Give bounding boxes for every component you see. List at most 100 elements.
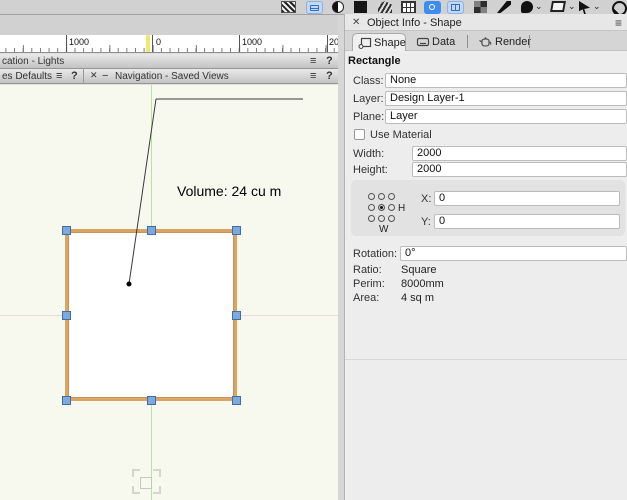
grid-icon[interactable]: [401, 1, 416, 13]
ratio-label: Ratio:: [353, 264, 382, 276]
width-field[interactable]: 2000: [412, 146, 627, 161]
anchor-radio-center[interactable]: [378, 204, 385, 211]
perim-label: Perim:: [353, 278, 385, 290]
extrude-outline-icon[interactable]: [550, 1, 566, 12]
compass-icon[interactable]: [612, 1, 627, 15]
drawing-canvas[interactable]: Volume: 24 cu m: [0, 85, 338, 500]
snap-grid-ring: [429, 4, 435, 10]
toolbar-strip: ⌄ ⌄ ⌄: [0, 0, 627, 15]
palette-help-icon[interactable]: ?: [326, 70, 333, 82]
tab-separator: [529, 35, 530, 48]
ruler-tick: [239, 35, 240, 52]
tab-label: Data: [432, 36, 455, 48]
position-anchor-box: H W X: 0 Y: 0: [351, 180, 625, 236]
filled-square-icon[interactable]: [354, 1, 367, 13]
anchor-w-label: W: [379, 224, 388, 235]
ruler-origin-marker: [146, 35, 150, 52]
chevron-down-icon[interactable]: ⌄: [568, 1, 576, 12]
wall-style-icon[interactable]: [378, 1, 392, 13]
tab-separator: [467, 35, 468, 48]
ruler-label: 1000: [69, 37, 89, 47]
data-icon: [416, 36, 430, 48]
palette-separator: [83, 69, 84, 83]
palette-menu-icon[interactable]: ≡: [56, 70, 62, 82]
palette-collapse-icon[interactable]: −: [102, 70, 108, 82]
toolbar-empty-area: [0, 15, 338, 35]
palette-menu-icon[interactable]: ≡: [310, 55, 316, 67]
palette-menu-icon[interactable]: ≡: [310, 70, 316, 82]
ruler-label: 1000: [242, 37, 262, 47]
knife-icon[interactable]: [497, 1, 511, 13]
class-field[interactable]: None: [385, 73, 627, 88]
palette-title-lights: cation - Lights: [2, 56, 64, 67]
marker-corner: [132, 486, 140, 494]
render-teapot-icon: [478, 36, 493, 48]
x-label: X:: [421, 193, 431, 205]
volume-annotation[interactable]: Volume: 24 cu m: [177, 183, 281, 199]
ruler-label: 0: [156, 37, 161, 47]
height-label: Height:: [353, 164, 388, 176]
marker-square: [140, 477, 152, 489]
close-icon[interactable]: ✕: [352, 17, 360, 28]
object-info-toggle-glyph: [310, 5, 319, 11]
palette-title-navigation: Navigation - Saved Views: [115, 71, 229, 82]
ruler-tick: [327, 35, 328, 52]
anchor-radio-bottom-right[interactable]: [388, 215, 395, 222]
layer-field[interactable]: Design Layer-1: [385, 91, 627, 106]
object-info-tabbar: Shape Data Render: [345, 31, 627, 51]
area-value: 4 sq m: [401, 292, 434, 304]
callout-leader-lines: [0, 85, 338, 500]
contrast-icon[interactable]: [332, 1, 344, 13]
x-field[interactable]: 0: [434, 191, 620, 206]
palette-title-defaults: es Defaults: [2, 71, 52, 82]
perim-value: 8000mm: [401, 278, 444, 290]
app-window: ⌄ ⌄ ⌄ 1000 0 1000 2000 cation - Lights ≡…: [0, 0, 627, 500]
shape-icon: [358, 37, 372, 49]
width-label: Width:: [353, 148, 384, 160]
area-label: Area:: [353, 292, 379, 304]
object-type-heading: Rectangle: [348, 55, 401, 67]
chevron-down-icon[interactable]: ⌄: [593, 1, 601, 12]
fill-drop-icon[interactable]: [521, 1, 533, 13]
y-field[interactable]: 0: [434, 214, 620, 229]
snap-to-grid-icon[interactable]: [424, 1, 441, 14]
plane-field[interactable]: Layer: [385, 109, 627, 124]
anchor-h-label: H: [398, 203, 405, 214]
palette-bar-row2[interactable]: es Defaults ≡ ? ✕ − Navigation - Saved V…: [0, 69, 338, 84]
page-origin-marker: [132, 469, 161, 494]
anchor-radio-mid-right[interactable]: [388, 204, 395, 211]
checker-icon[interactable]: [474, 1, 487, 13]
tab-shape[interactable]: Shape: [352, 33, 406, 51]
anchor-radio-top-center[interactable]: [378, 193, 385, 200]
horizontal-ruler: 1000 0 1000 2000: [0, 35, 338, 53]
use-material-label: Use Material: [370, 129, 432, 141]
anchor-radio-top-left[interactable]: [368, 193, 375, 200]
height-field[interactable]: 2000: [412, 162, 627, 177]
ruler-tick: [66, 35, 67, 52]
plane-label: Plane:: [353, 111, 384, 123]
tab-data[interactable]: Data: [411, 33, 461, 51]
object-info-titlebar[interactable]: ✕ Object Info - Shape ≡: [345, 14, 627, 31]
layer-label: Layer:: [353, 93, 384, 105]
selection-cursor-icon[interactable]: [579, 1, 590, 14]
tab-render[interactable]: Render: [473, 33, 527, 51]
palette-help-icon[interactable]: ?: [71, 70, 78, 82]
hatch-fill-icon[interactable]: [281, 1, 296, 13]
chevron-down-icon[interactable]: ⌄: [535, 1, 543, 12]
anchor-radio-top-right[interactable]: [388, 193, 395, 200]
anchor-radio-mid-left[interactable]: [368, 204, 375, 211]
use-material-checkbox[interactable]: [354, 129, 365, 140]
rotation-label: Rotation:: [353, 248, 397, 260]
rotation-field[interactable]: 0°: [400, 246, 627, 261]
tab-label: Shape: [374, 37, 406, 49]
panel-divider: [345, 359, 627, 360]
object-info-toggle-icon[interactable]: [306, 1, 323, 14]
palette-close-icon[interactable]: ✕: [90, 70, 98, 81]
anchor-radio-bottom-left[interactable]: [368, 215, 375, 222]
snap-to-page-icon[interactable]: [447, 1, 464, 14]
class-label: Class:: [353, 75, 384, 87]
panel-menu-icon[interactable]: ≡: [615, 16, 622, 30]
palette-bar-lights[interactable]: cation - Lights ≡ ?: [0, 54, 338, 69]
anchor-radio-bottom-center[interactable]: [378, 215, 385, 222]
palette-help-icon[interactable]: ?: [326, 55, 333, 67]
